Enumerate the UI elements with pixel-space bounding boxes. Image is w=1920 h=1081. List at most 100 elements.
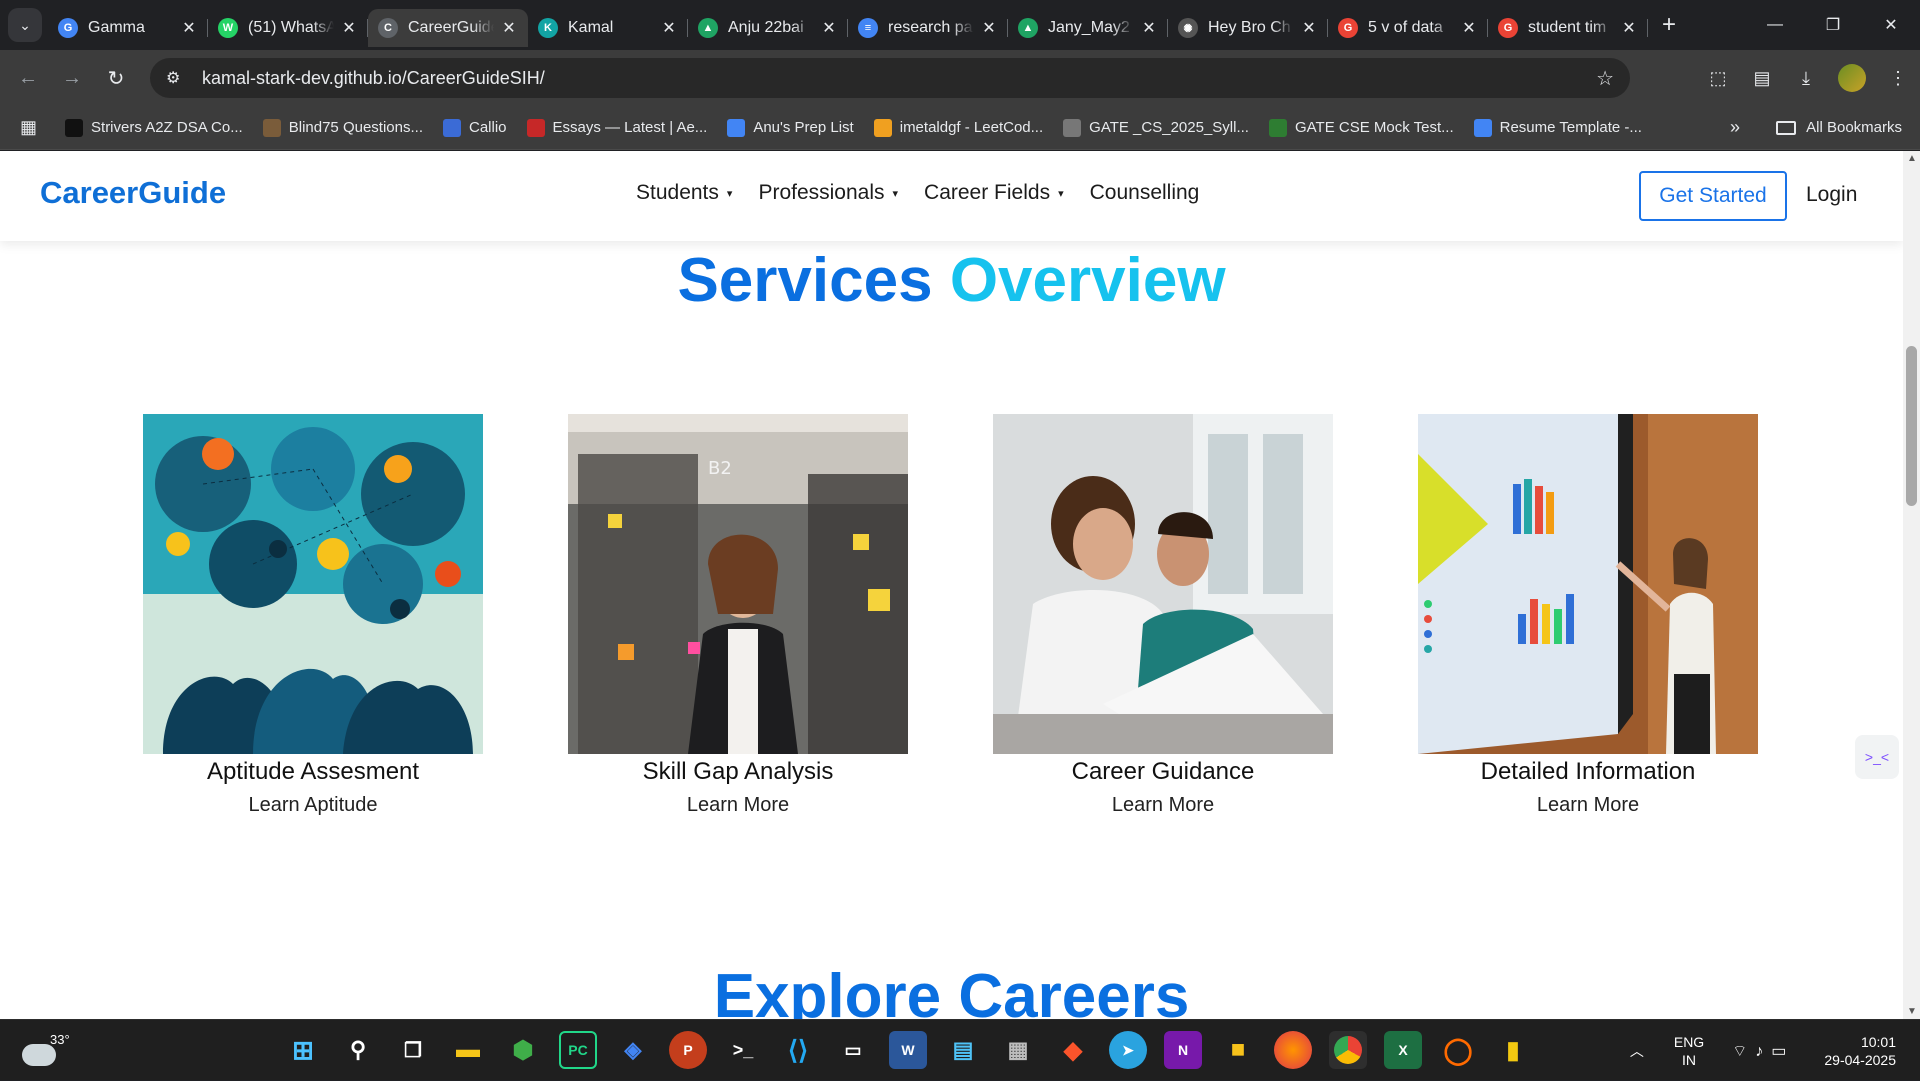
scrollbar-thumb[interactable] — [1906, 346, 1917, 506]
excel-icon[interactable]: X — [1384, 1031, 1422, 1069]
wifi-volume-battery-icons[interactable]: ⌔♪▭ — [1732, 1041, 1794, 1061]
service-card-career-guidance[interactable]: Career Guidance Learn More — [993, 414, 1333, 817]
service-card-skill-gap[interactable]: B2 Skill Gap Analysis Learn More — [568, 414, 908, 817]
tab-close-icon[interactable]: ✕ — [660, 18, 678, 38]
nav-item[interactable]: Career Fields ▾ — [924, 181, 1064, 205]
bookmark-star-icon[interactable]: ☆ — [1596, 66, 1614, 91]
scroll-up-icon[interactable]: ▲ — [1907, 153, 1917, 164]
restore-button[interactable]: ❐ — [1804, 0, 1862, 50]
extensions-icon[interactable]: ⬚ — [1696, 68, 1740, 89]
browser-tab[interactable]: C CareerGuide ✕ — [368, 9, 528, 47]
android-studio-icon[interactable]: ◈ — [614, 1031, 652, 1069]
card-link[interactable]: Learn More — [993, 794, 1333, 817]
powerpoint-icon[interactable]: P — [669, 1031, 707, 1069]
onenote-icon[interactable]: N — [1164, 1031, 1202, 1069]
address-bar[interactable]: ⚙ kamal-stark-dev.github.io/CareerGuideS… — [150, 58, 1630, 98]
card-link[interactable]: Learn More — [568, 794, 908, 817]
tab-close-icon[interactable]: ✕ — [1140, 18, 1158, 38]
search-icon[interactable]: ⚲ — [339, 1031, 377, 1069]
bookmark-item[interactable]: Resume Template -... — [1473, 118, 1642, 137]
console-icon[interactable]: ▭ — [834, 1031, 872, 1069]
profile-avatar[interactable] — [1838, 64, 1866, 92]
side-widget-button[interactable]: >_< — [1855, 735, 1899, 779]
scroll-down-icon[interactable]: ▼ — [1907, 1006, 1917, 1017]
browser-tab[interactable]: ✺ Hey Bro Ch ✕ — [1168, 9, 1328, 47]
tab-favicon-icon: K — [538, 18, 558, 38]
bookmark-item[interactable]: GATE CSE Mock Test... — [1268, 118, 1454, 137]
tab-close-icon[interactable]: ✕ — [980, 18, 998, 38]
nav-item[interactable]: Counselling — [1090, 181, 1200, 205]
start-button[interactable]: ⊞ — [284, 1031, 322, 1069]
close-window-button[interactable]: ✕ — [1862, 0, 1920, 50]
download-icon[interactable]: ⤓ — [1784, 68, 1828, 89]
sticky-notes-icon[interactable]: ■ — [1219, 1031, 1257, 1069]
tab-close-icon[interactable]: ✕ — [1460, 18, 1478, 38]
powerbi-icon[interactable]: ▮ — [1494, 1031, 1532, 1069]
browser-tab[interactable]: Gstudent tim ✕ — [1488, 9, 1648, 47]
browser-tab[interactable]: ▲ Jany_May2 ✕ — [1008, 9, 1168, 47]
clock[interactable]: 10:01 29-04-2025 — [1824, 1033, 1896, 1069]
bookmark-item[interactable]: Essays — Latest | Ae... — [526, 118, 707, 137]
browser-tab[interactable]: ≡ research paper ✕ — [848, 9, 1008, 47]
login-link[interactable]: Login — [1806, 183, 1857, 207]
pycharm-icon[interactable]: PC — [559, 1031, 597, 1069]
weather-widget[interactable]: 33° — [22, 1032, 70, 1066]
tab-close-icon[interactable]: ✕ — [1300, 18, 1318, 38]
chrome-icon[interactable] — [1329, 1031, 1367, 1069]
jupyter-icon[interactable]: ◯ — [1439, 1031, 1477, 1069]
vscode-icon[interactable]: ⟨⟩ — [779, 1031, 817, 1069]
page-viewport: CareerGuide Students ▾ Professionals ▾ Caree… — [0, 151, 1903, 1019]
card-link[interactable]: Learn Aptitude — [143, 794, 483, 817]
nodejs-icon[interactable]: ⬢ — [504, 1031, 542, 1069]
page-scrollbar[interactable]: ▲ ▼ — [1903, 151, 1920, 1019]
terminal-icon[interactable]: >_ — [724, 1031, 762, 1069]
task-view-icon[interactable]: ❐ — [394, 1031, 432, 1069]
bookmark-item[interactable]: Blind75 Questions... — [262, 118, 423, 137]
language-indicator[interactable]: ENG IN — [1674, 1033, 1704, 1069]
card-link[interactable]: Learn More — [1418, 794, 1758, 817]
reload-button[interactable]: ↻ — [94, 66, 138, 91]
service-card-detailed-info[interactable]: Detailed Information Learn More — [1418, 414, 1758, 817]
forward-button[interactable]: → — [50, 67, 94, 90]
tab-close-icon[interactable]: ✕ — [1620, 18, 1638, 38]
bookmark-item[interactable]: Anu's Prep List — [727, 118, 854, 137]
get-started-button[interactable]: Get Started — [1639, 171, 1787, 221]
url-text[interactable]: kamal-stark-dev.github.io/CareerGuideSIH… — [202, 68, 545, 89]
more-bookmarks-icon[interactable]: » — [1730, 117, 1740, 138]
minimize-button[interactable]: — — [1746, 0, 1804, 50]
site-logo[interactable]: CareerGuide — [40, 175, 226, 211]
browser-tab[interactable]: G 5 v of data ✕ — [1328, 9, 1488, 47]
firefox-icon[interactable] — [1274, 1031, 1312, 1069]
browser-tab[interactable]: K Kamal ✕ — [528, 9, 688, 47]
brave-icon[interactable]: ◆ — [1054, 1031, 1092, 1069]
telegram-icon[interactable]: ➤ — [1109, 1031, 1147, 1069]
bookmark-item[interactable]: Strivers A2Z DSA Co... — [65, 118, 243, 137]
all-bookmarks-button[interactable]: All Bookmarks — [1776, 119, 1902, 136]
menu-kebab-icon[interactable]: ⋮ — [1876, 68, 1920, 89]
browser-tab[interactable]: ▲ Anju 22bai ✕ — [688, 9, 848, 47]
browser-tab[interactable]: G Gamma ✕ — [48, 9, 208, 47]
browser-tab[interactable]: W (51) WhatsApp ✕ — [208, 9, 368, 47]
new-tab-button[interactable]: + — [1662, 11, 1676, 39]
file-explorer-icon[interactable]: ▬ — [449, 1031, 487, 1069]
tab-close-icon[interactable]: ✕ — [340, 18, 358, 38]
apps-grid-icon[interactable]: ▦ — [20, 117, 37, 138]
main-nav: Students ▾ Professionals ▾ Career Fields ▾ Cou… — [636, 181, 1225, 205]
tab-close-icon[interactable]: ✕ — [500, 18, 518, 38]
bookmark-item[interactable]: imetaldgf - LeetCod... — [873, 118, 1043, 137]
reading-list-icon[interactable]: ▤ — [1740, 68, 1784, 89]
calculator-icon[interactable]: ▦ — [999, 1031, 1037, 1069]
nav-item[interactable]: Professionals ▾ — [758, 181, 898, 205]
notepad-icon[interactable]: ▤ — [944, 1031, 982, 1069]
word-icon[interactable]: W — [889, 1031, 927, 1069]
back-button[interactable]: ← — [6, 67, 50, 90]
site-info-icon[interactable]: ⚙ — [166, 68, 188, 88]
service-card-aptitude[interactable]: Aptitude Assesment Learn Aptitude — [143, 414, 483, 817]
bookmark-item[interactable]: GATE _CS_2025_Syll... — [1063, 118, 1249, 137]
tab-close-icon[interactable]: ✕ — [820, 18, 838, 38]
tab-search-button[interactable]: ⌄ — [8, 8, 42, 42]
nav-item[interactable]: Students ▾ — [636, 181, 732, 205]
bookmark-item[interactable]: Callio — [442, 118, 507, 137]
tab-close-icon[interactable]: ✕ — [180, 18, 198, 38]
chevron-up-icon[interactable]: ︿ — [1630, 1041, 1644, 1061]
